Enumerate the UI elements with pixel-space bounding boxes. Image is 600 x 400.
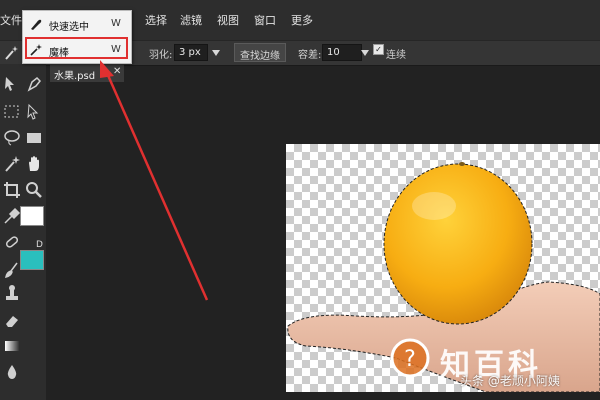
watermark-credit: 头条 @老顽小阿姨: [460, 374, 560, 388]
shape-tool-icon[interactable]: [24, 128, 44, 148]
menu-file[interactable]: 文件: [0, 12, 22, 28]
healing-brush-tool-icon[interactable]: [2, 232, 22, 252]
gradient-tool-icon[interactable]: [2, 336, 22, 356]
close-icon[interactable]: ✕: [113, 66, 121, 77]
tolerance-input[interactable]: [322, 44, 362, 61]
annotation-highlight-box: [25, 37, 128, 59]
lasso-tool-icon[interactable]: [2, 128, 22, 148]
document-tab[interactable]: 水果.psd ✕: [50, 64, 124, 82]
direct-select-tool-icon[interactable]: [24, 102, 44, 122]
foreground-color-swatch[interactable]: [20, 206, 44, 226]
feather-input[interactable]: [174, 44, 208, 61]
contiguous-checkbox[interactable]: ✓: [373, 44, 384, 55]
feather-dropdown-arrow-icon[interactable]: [212, 50, 220, 56]
rect-marquee-tool-icon[interactable]: [2, 102, 22, 122]
flyout-item-quick-select[interactable]: 快速选中 W: [23, 12, 131, 36]
flyout-item-label: 快速选中: [49, 22, 89, 33]
pen-tool-icon[interactable]: [24, 74, 44, 94]
toolbox: D: [0, 64, 46, 400]
contiguous-label: 连续: [386, 50, 406, 61]
crop-tool-icon[interactable]: [2, 180, 22, 200]
background-color-swatch[interactable]: [20, 250, 44, 270]
hand-tool-icon[interactable]: [24, 154, 44, 174]
refine-edge-button[interactable]: 查找边缘: [234, 43, 286, 62]
move-tool-icon[interactable]: [2, 74, 22, 94]
blur-tool-icon[interactable]: [2, 362, 22, 382]
tolerance-dropdown-arrow-icon[interactable]: [361, 50, 369, 56]
clone-stamp-tool-icon[interactable]: [2, 284, 22, 304]
magic-wand-tool-icon[interactable]: [2, 154, 22, 174]
flyout-item-shortcut: W: [111, 18, 121, 29]
quick-select-icon: [31, 19, 42, 30]
menu-select[interactable]: 选择: [145, 12, 167, 28]
current-tool-magic-wand-icon[interactable]: [3, 45, 19, 61]
document-tab-label: 水果.psd: [54, 71, 96, 82]
brush-tool-icon[interactable]: [2, 260, 22, 280]
zoom-tool-icon[interactable]: [24, 180, 44, 200]
menu-window[interactable]: 窗口: [254, 12, 276, 28]
menu-view[interactable]: 视图: [217, 12, 239, 28]
eraser-tool-icon[interactable]: [2, 310, 22, 330]
eyedropper-tool-icon[interactable]: [2, 206, 22, 226]
feather-label: 羽化:: [149, 50, 173, 61]
svg-text:?: ?: [404, 347, 416, 372]
default-colors-icon[interactable]: D: [36, 240, 43, 250]
menu-filter[interactable]: 滤镜: [180, 12, 202, 28]
menu-more[interactable]: 更多: [291, 12, 313, 28]
watermark-question-logo-icon: ?: [390, 338, 430, 378]
tolerance-label: 容差:: [298, 50, 322, 61]
